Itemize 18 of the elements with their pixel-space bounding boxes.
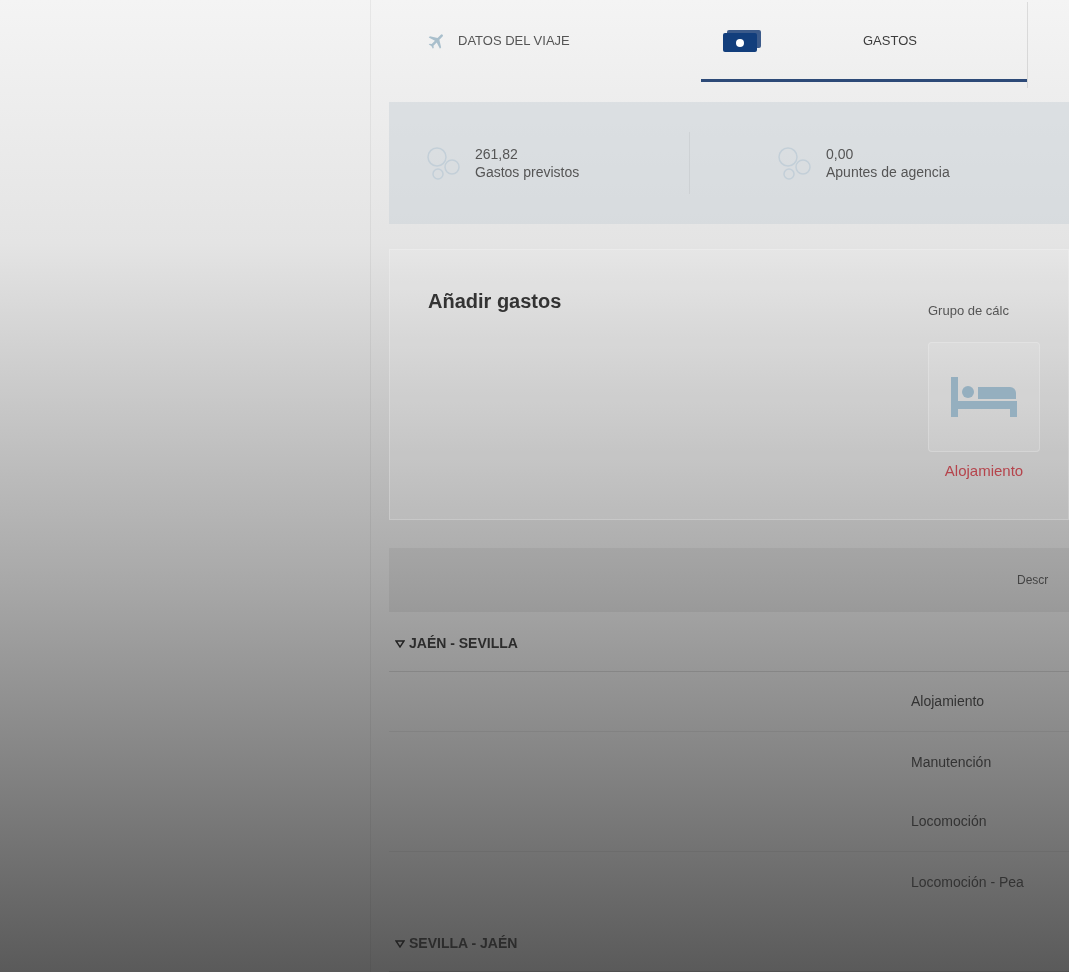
amount-label: Apuntes de agencia (826, 163, 950, 182)
table-cell-text: Locomoción (911, 812, 987, 831)
table-cell-text: Manutención (911, 752, 992, 772)
tab[interactable]: GASTOS (701, 2, 1027, 82)
card-icon (723, 29, 761, 52)
caret-icon[interactable] (395, 939, 405, 948)
amount: 0,00 (826, 145, 855, 164)
amount: 261,82 (475, 145, 519, 164)
column-header: Descr (1017, 572, 1049, 589)
table-cell-text: Locomoción - Pea (911, 872, 1024, 892)
group-title: JAÉN - SEVILLA (409, 634, 518, 653)
section-title: Añadir gastos (428, 290, 562, 313)
field-label: Grupo de cálc (928, 303, 1009, 319)
tab[interactable]: DATOS DEL VIAJE (371, 2, 701, 82)
bed-icon (951, 377, 1017, 418)
caret-icon[interactable] (395, 639, 405, 648)
amount-label: Gastos previstos (475, 163, 580, 182)
table-cell-text: Alojamiento (911, 692, 985, 711)
